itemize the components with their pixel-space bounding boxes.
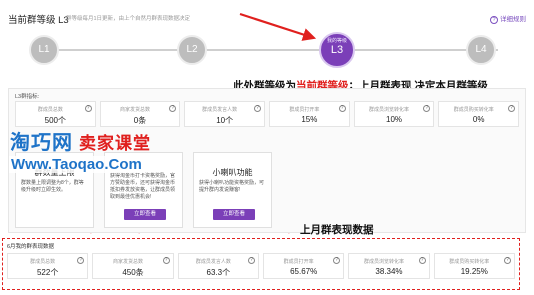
question-icon[interactable]: ?	[254, 105, 262, 112]
metric-value: 0%	[472, 115, 485, 124]
question-icon[interactable]: ?	[418, 257, 426, 264]
metric-card: 群成员浏览转化率? 38.34%	[348, 253, 430, 279]
watermark-logo: 淘巧网 卖家课堂	[10, 126, 151, 155]
metric-label: 群成员购买转化率	[449, 259, 490, 265]
last-month-section: 6月我的群表现数据 群成员总数? 522个 商家发货总数? 450条 群成员发言人数…	[2, 238, 520, 290]
question-icon[interactable]: ?	[162, 257, 170, 264]
metric-label: 商家发货总数	[120, 107, 151, 113]
view-now-button[interactable]: 立即查看	[213, 209, 255, 220]
metric-value: 450条	[122, 268, 144, 277]
metric-card: 群成员发言人数? 63.3个	[177, 253, 259, 279]
watermark-url: Www.Taoqao.Com	[9, 156, 144, 173]
view-now-button[interactable]: 立即查看	[124, 209, 166, 220]
metric-card: 群成员打开率? 15%	[269, 101, 350, 127]
metric-card: 商家发货总数? 450条	[92, 253, 174, 279]
metric-card: 群成员打开率? 65.67%	[262, 253, 345, 279]
card-description: 群数量上限调整为8个，群等级升级时立即生效。	[21, 180, 84, 193]
metric-card: 群成员总数? 500个	[15, 101, 96, 127]
metric-label: 群成员总数	[37, 107, 63, 113]
annotation-last-month: 上月群表现数据	[300, 224, 374, 236]
metric-label: 群成员打开率	[283, 259, 314, 265]
card-title: 小喇叭功能	[212, 168, 253, 177]
last-month-title: 6月我的群表现数据	[7, 244, 55, 250]
question-icon[interactable]: ?	[423, 105, 431, 112]
metric-card: 群成员总数? 522个	[7, 253, 89, 279]
metric-label: 群成员发言人数	[195, 259, 231, 265]
metric-label: 群成员总数	[30, 259, 56, 265]
metric-label: 群成员浏览转化率	[369, 107, 410, 113]
metric-value: 10个	[216, 116, 234, 125]
metric-value: 38.34%	[375, 267, 403, 276]
metric-value: 10%	[386, 115, 403, 124]
metric-label: 商家发货总数	[112, 259, 143, 265]
metric-label: 群成员打开率	[289, 107, 320, 113]
current-metrics-title: L3群指标:	[15, 94, 40, 100]
question-icon[interactable]: ?	[333, 257, 341, 264]
card-description: 获得小喇叭功能资格奖励，可提升群内发说赚客!	[199, 180, 265, 193]
metric-value: 15%	[301, 115, 318, 124]
metric-value: 19.25%	[460, 267, 488, 276]
metric-label: 群成员浏览转化率	[363, 259, 404, 265]
metric-label: 群成员购买转化率	[453, 107, 494, 113]
question-icon[interactable]: ?	[84, 105, 92, 112]
benefit-card-speaker: 小喇叭功能 获得小喇叭功能资格奖励，可提升群内发说赚客! 立即查看	[193, 152, 272, 228]
question-icon[interactable]: ?	[77, 257, 85, 264]
metric-card: 群成员购买转化率? 0%	[438, 101, 520, 127]
watermark-subtitle: 卖家课堂	[79, 134, 151, 153]
metric-value: 522个	[36, 268, 59, 277]
metric-value: 500个	[44, 116, 67, 125]
metric-value: 63.3个	[206, 268, 231, 277]
last-month-metrics-row: 群成员总数? 522个 商家发货总数? 450条 群成员发言人数? 63.3个 群成员…	[7, 253, 515, 279]
metric-card: 群成员购买转化率? 19.25%	[433, 253, 515, 279]
metric-card: 群成员浏览转化率? 10%	[353, 101, 435, 127]
card-description: 获得淘金币打卡资格奖励，官方赞助金币，还可获得淘金币抵扣券发放资格，让群成员领取…	[110, 173, 176, 200]
metric-card: 商家发货总数? 0条	[99, 101, 181, 127]
metric-label: 群成员发言人数	[202, 107, 238, 113]
metric-card: 群成员发言人数? 10个	[184, 101, 266, 127]
current-metrics-row: 群成员总数? 500个 商家发货总数? 0条 群成员发言人数? 10个 群成员打开率?…	[15, 101, 520, 127]
metric-value: 0条	[133, 116, 147, 125]
question-icon[interactable]: ?	[508, 105, 516, 112]
question-icon[interactable]: ?	[338, 105, 346, 112]
watermark-site-name: 淘巧网	[10, 132, 73, 154]
arrow-to-current-level	[239, 12, 317, 41]
question-icon[interactable]: ?	[169, 105, 177, 112]
metric-value: 65.67%	[290, 267, 318, 276]
question-icon[interactable]: ?	[247, 257, 255, 264]
question-icon[interactable]: ?	[503, 257, 511, 264]
